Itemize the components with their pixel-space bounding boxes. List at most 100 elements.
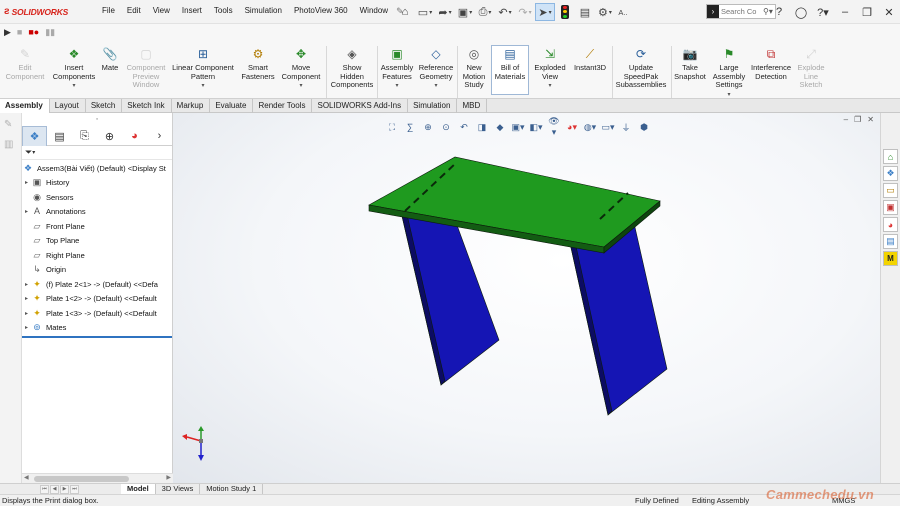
open-icon[interactable]: ➦ ▾: [435, 3, 455, 21]
menu-photoview[interactable]: PhotoView 360: [288, 6, 354, 17]
pause-icon[interactable]: ▮▮: [45, 27, 55, 38]
save-icon[interactable]: ▣ ▾: [455, 3, 475, 21]
tree-item-origin[interactable]: ↳ Origin: [22, 263, 172, 278]
tree-item-history[interactable]: ▸ ▣ History: [22, 176, 172, 191]
interference-detection-button[interactable]: ⧉ Interference Detection: [750, 46, 792, 81]
configuration-manager-tab-icon[interactable]: ⎘: [72, 126, 97, 146]
last-tab-icon[interactable]: ⏭: [70, 484, 79, 494]
assembly-model[interactable]: [173, 113, 880, 483]
menu-edit[interactable]: Edit: [121, 6, 147, 17]
tab-assembly[interactable]: Assembly: [0, 99, 50, 113]
tree-item-plate-2-1[interactable]: ▸ ✦ (f) Plate 2<1> -> (Default) <<Defa: [22, 277, 172, 292]
tab-3d-views[interactable]: 3D Views: [156, 484, 201, 494]
tab-addins[interactable]: SOLIDWORKS Add-Ins: [312, 99, 409, 113]
tab-mbd[interactable]: MBD: [457, 99, 488, 113]
restore-icon[interactable]: ❐: [856, 6, 878, 19]
tree-filter[interactable]: ⏷ ▾: [22, 146, 172, 160]
select-pointer-icon[interactable]: ➤ ▾: [535, 3, 555, 21]
close-icon[interactable]: ✕: [878, 6, 900, 19]
tree-item-annotations[interactable]: ▸ A Annotations: [22, 205, 172, 220]
feature-manager-tab-icon[interactable]: ❖: [22, 126, 48, 146]
tab-motion-study[interactable]: Motion Study 1: [200, 484, 264, 494]
help-icon[interactable]: ?: [768, 6, 790, 18]
tab-markup[interactable]: Markup: [172, 99, 211, 113]
custom-properties-icon[interactable]: ▤: [883, 234, 898, 249]
stop-icon[interactable]: ■: [17, 27, 22, 38]
linear-pattern-button[interactable]: ⊞ Linear Component Pattern ▾: [170, 46, 236, 91]
menu-view[interactable]: View: [147, 6, 176, 17]
insert-components-button[interactable]: ❖ Insert Components ▾: [50, 46, 98, 91]
property-manager-tab-icon[interactable]: ▤: [47, 126, 72, 146]
new-document-icon[interactable]: ▭ ▾: [415, 3, 435, 21]
print-icon[interactable]: ⎙ ▾: [475, 3, 495, 21]
tab-simulation[interactable]: Simulation: [408, 99, 458, 113]
scroll-left-icon[interactable]: ◀: [24, 474, 29, 481]
scroll-right-icon[interactable]: ▶: [166, 474, 171, 481]
smart-fasteners-button[interactable]: ⚙ Smart Fasteners: [238, 46, 278, 81]
show-hidden-components-button[interactable]: ◈ Show Hidden Components: [330, 46, 374, 90]
expand-icon[interactable]: ▸: [22, 208, 31, 215]
rebuild-icon[interactable]: [555, 3, 575, 21]
new-motion-study-button[interactable]: ◎ New Motion Study: [459, 46, 489, 90]
home-icon[interactable]: ⌂: [395, 3, 415, 21]
plate-leg-right[interactable]: [569, 222, 668, 416]
expand-icon[interactable]: ▸: [22, 179, 31, 186]
tree-item-plate-1-3[interactable]: ▸ ✦ Plate 1<3> -> (Default) <<Default: [22, 306, 172, 321]
mbd-icon[interactable]: M: [883, 251, 898, 266]
menu-file[interactable]: File: [96, 6, 121, 17]
tab-render-tools[interactable]: Render Tools: [253, 99, 313, 113]
tree-root-assembly[interactable]: ❖ Assem3(Bài Viết) (Default) <Display St: [22, 161, 172, 176]
bill-of-materials-button[interactable]: ▤ Bill of Materials: [491, 45, 529, 95]
search-input[interactable]: [719, 7, 763, 16]
play-icon[interactable]: ▶: [4, 27, 11, 38]
menu-insert[interactable]: Insert: [176, 6, 208, 17]
redo-icon[interactable]: ↷ ▾: [515, 3, 535, 21]
filter-icon[interactable]: ⏷: [25, 147, 32, 158]
prev-tab-icon[interactable]: ◀: [50, 484, 59, 494]
record-icon[interactable]: ■●: [28, 27, 39, 38]
panel-splitter[interactable]: [22, 336, 172, 338]
tree-item-mates[interactable]: ▸ ⊚ Mates: [22, 321, 172, 336]
expand-icon[interactable]: ▸: [22, 295, 31, 302]
tree-item-front-plane[interactable]: ▱ Front Plane: [22, 219, 172, 234]
tree-item-top-plane[interactable]: ▱ Top Plane: [22, 234, 172, 249]
menu-window[interactable]: Window: [354, 6, 394, 17]
options-gear-icon[interactable]: ⚙ ▾: [595, 3, 615, 21]
graphics-area[interactable]: ⛶ ∑ ⊕ ⊙ ↶ ◨ ◆ ▣▾ ◧▾ 👁▾ ◕▾ ◍▾ ▭▾ ⏚ ⬢ – ❐ …: [173, 113, 880, 483]
tab-model[interactable]: Model: [121, 484, 156, 494]
file-explorer-icon[interactable]: ▭: [883, 183, 898, 198]
layers-icon[interactable]: ▥: [4, 139, 18, 153]
take-snapshot-button[interactable]: 📷 Take Snapshot: [673, 46, 707, 81]
update-speedpak-button[interactable]: ⟳ Update SpeedPak Subassemblies: [614, 46, 668, 90]
tab-layout[interactable]: Layout: [50, 99, 86, 113]
component-preview-button[interactable]: ▢ Component Preview Window: [122, 46, 170, 90]
appearances-icon[interactable]: ◕: [883, 217, 898, 232]
solidworks-logo[interactable]: ƨ SOLIDWORKS: [4, 6, 86, 17]
edit-icon[interactable]: ✎: [4, 119, 18, 133]
solidworks-resources-icon[interactable]: ⌂: [883, 149, 898, 164]
menu-simulation[interactable]: Simulation: [239, 6, 288, 17]
display-manager-tab-icon[interactable]: ◕: [122, 126, 147, 146]
panel-grip[interactable]: ◦: [22, 113, 172, 126]
plate-leg-left[interactable]: [401, 209, 500, 386]
reference-geometry-button[interactable]: ◇ Reference Geometry ▾: [417, 46, 455, 91]
file-properties-icon[interactable]: ▤: [575, 3, 595, 21]
tree-item-plate-1-2[interactable]: ▸ ✦ Plate 1<2> -> (Default) <<Default: [22, 292, 172, 307]
exploded-view-button[interactable]: ⇲ Exploded View ▾: [532, 46, 568, 91]
view-palette-icon[interactable]: ▣: [883, 200, 898, 215]
dimxpert-tab-icon[interactable]: ⊕: [97, 126, 122, 146]
assembly-features-button[interactable]: ▣ Assembly Features ▾: [379, 46, 415, 91]
mate-button[interactable]: 📎 Mate: [99, 46, 121, 73]
expand-icon[interactable]: ▸: [22, 310, 31, 317]
move-component-button[interactable]: ✥ Move Component ▾: [279, 46, 323, 91]
next-tab-icon[interactable]: ▶: [60, 484, 69, 494]
design-library-icon[interactable]: ❖: [883, 166, 898, 181]
edit-component-button[interactable]: ✎ Edit Component: [3, 46, 47, 81]
tree-item-right-plane[interactable]: ▱ Right Plane: [22, 248, 172, 263]
first-tab-icon[interactable]: ⏮: [40, 484, 49, 494]
undo-icon[interactable]: ↶ ▾: [495, 3, 515, 21]
tab-evaluate[interactable]: Evaluate: [210, 99, 254, 113]
menu-tools[interactable]: Tools: [208, 6, 239, 17]
tab-sketch-ink[interactable]: Sketch Ink: [122, 99, 172, 113]
large-assembly-settings-button[interactable]: ⚑ Large Assembly Settings ▾: [709, 46, 749, 99]
